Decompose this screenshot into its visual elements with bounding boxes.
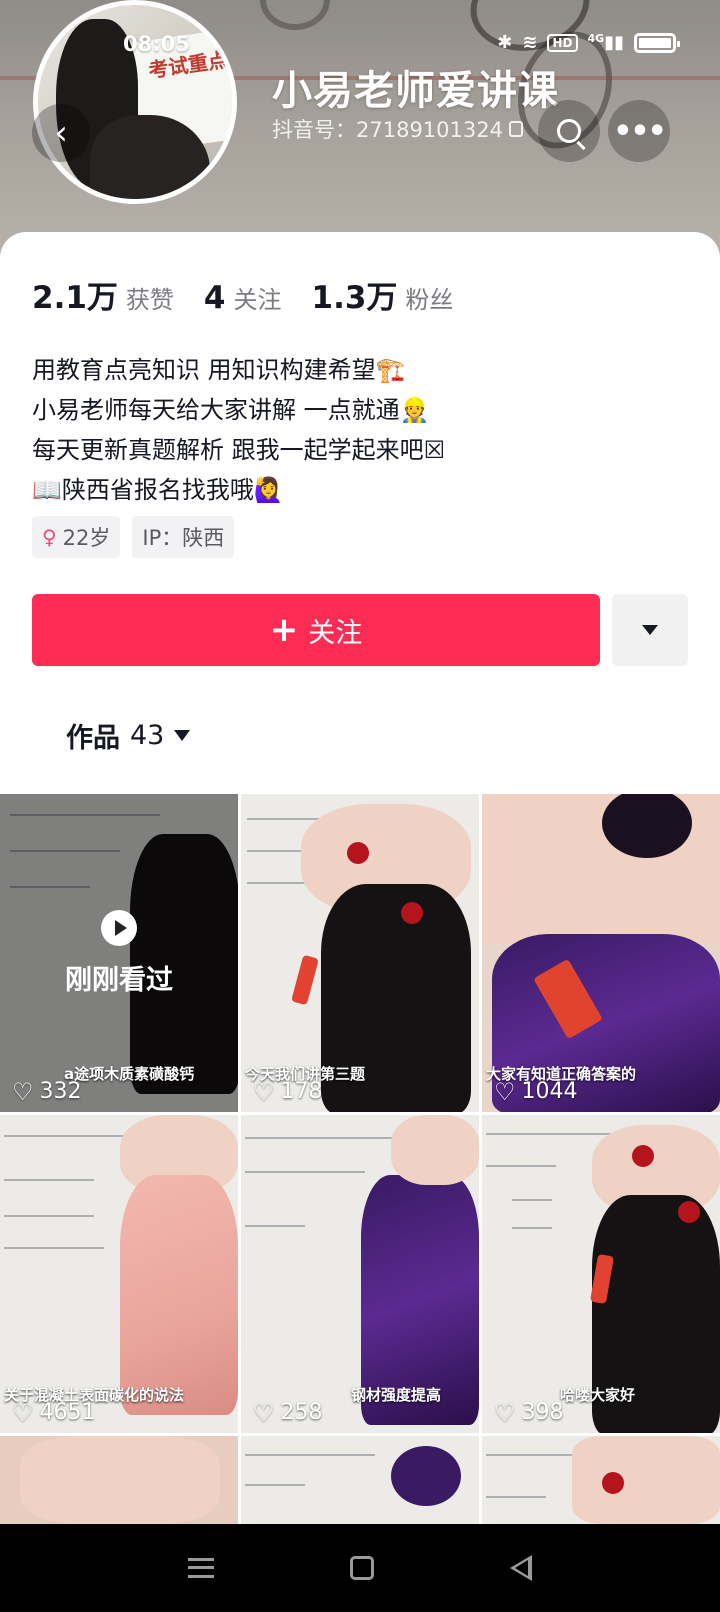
search-button[interactable] bbox=[538, 100, 600, 162]
caret-down-icon bbox=[642, 625, 658, 635]
video-thumbnail[interactable]: 钢材强度提高 ♡ 258 bbox=[241, 1115, 479, 1433]
tab-works[interactable]: 作品 43 bbox=[66, 716, 191, 755]
like-count: 258 bbox=[280, 1400, 323, 1425]
like-count: 332 bbox=[39, 1079, 82, 1104]
play-icon bbox=[101, 909, 137, 946]
bio-line: 用教育点亮知识 用知识构建希望🏗️ bbox=[32, 356, 406, 384]
video-likes: ♡ 398 bbox=[494, 1400, 564, 1425]
video-thumbnail[interactable] bbox=[241, 1436, 479, 1524]
hd-badge: HD bbox=[547, 33, 578, 52]
follow-button[interactable]: + 关注 bbox=[32, 594, 600, 666]
video-likes: ♡ 1044 bbox=[494, 1079, 578, 1104]
video-thumbnail[interactable] bbox=[482, 1436, 720, 1524]
menu-icon[interactable] bbox=[188, 1558, 214, 1578]
video-likes: ♡ 4651 bbox=[12, 1400, 96, 1425]
like-count: 398 bbox=[521, 1400, 564, 1425]
bluetooth-icon: ✱ bbox=[497, 32, 513, 53]
back-icon[interactable] bbox=[510, 1555, 532, 1581]
chevron-left-icon: ‹ bbox=[54, 113, 68, 153]
stat-label: 粉丝 bbox=[405, 286, 454, 314]
like-count: 4651 bbox=[39, 1400, 96, 1425]
home-icon[interactable] bbox=[350, 1556, 374, 1580]
video-caption: a途项木质素磺酸钙 bbox=[64, 1065, 195, 1083]
profile-bio: 用教育点亮知识 用知识构建希望🏗️ 小易老师每天给大家讲解 一点就通👷 每天更新… bbox=[32, 350, 445, 510]
video-likes: ♡ 258 bbox=[253, 1400, 323, 1425]
heart-icon: ♡ bbox=[494, 1077, 516, 1106]
like-count: 178 bbox=[280, 1079, 323, 1104]
more-icon: ••• bbox=[613, 113, 667, 149]
video-thumbnail[interactable]: 哈喽大家好 ♡ 398 bbox=[482, 1115, 720, 1433]
profile-card: 2.1万 获赞 4 关注 1.3万 粉丝 用教育点亮知识 用知识构建希望🏗️ 小… bbox=[0, 232, 720, 792]
profile-tags: ♀ 22岁 IP：陕西 bbox=[32, 516, 235, 558]
stat-label: 关注 bbox=[233, 286, 282, 314]
age-tag: ♀ 22岁 bbox=[32, 516, 121, 558]
more-button[interactable]: ••• bbox=[608, 100, 670, 162]
tab-works-label: 作品 bbox=[66, 723, 120, 754]
stat-value: 2.1万 bbox=[32, 280, 118, 316]
video-thumbnail[interactable]: 今天我们讲第三题 ♡ 178 bbox=[241, 794, 479, 1112]
avatar[interactable]: 考试重点 bbox=[33, 0, 237, 204]
follow-label: 关注 bbox=[308, 617, 363, 649]
plus-icon: + bbox=[269, 610, 299, 650]
copy-icon[interactable] bbox=[508, 121, 523, 137]
heart-icon: ♡ bbox=[494, 1398, 516, 1427]
status-time: 08:05 bbox=[123, 32, 190, 56]
video-likes: ♡ 178 bbox=[253, 1079, 323, 1104]
video-thumbnail[interactable]: 关于混凝土表面碳化的说法 ♡ 4651 bbox=[0, 1115, 238, 1433]
video-caption: 哈喽大家好 bbox=[560, 1386, 636, 1404]
stat-value: 4 bbox=[203, 280, 226, 316]
wifi-icon: ≋ bbox=[522, 32, 538, 53]
heart-icon: ♡ bbox=[12, 1398, 34, 1427]
system-nav-bar bbox=[0, 1524, 720, 1612]
stat-following[interactable]: 4 关注 bbox=[204, 280, 282, 316]
like-count: 1044 bbox=[521, 1079, 578, 1104]
video-thumbnail[interactable]: 大家有知道正确答案的 ♡ 1044 bbox=[482, 794, 720, 1112]
heart-icon: ♡ bbox=[253, 1398, 275, 1427]
tab-works-count: 43 bbox=[130, 720, 165, 751]
video-thumbnail[interactable] bbox=[0, 1436, 238, 1524]
stat-followers[interactable]: 1.3万 粉丝 bbox=[312, 272, 454, 317]
stat-value: 1.3万 bbox=[311, 280, 398, 316]
video-caption: 钢材强度提高 bbox=[351, 1386, 442, 1404]
age-text: 22岁 bbox=[62, 526, 111, 550]
bio-line: 📖陕西省报名找我哦🙋‍♀️ bbox=[32, 476, 284, 504]
profile-stats: 2.1万 获赞 4 关注 1.3万 粉丝 bbox=[32, 272, 453, 317]
bio-line: 每天更新真题解析 跟我一起学起来吧☒ bbox=[32, 436, 446, 464]
douyin-id-text: 抖音号：27189101324 bbox=[272, 118, 503, 142]
battery-icon bbox=[634, 32, 680, 53]
ip-tag: IP：陕西 bbox=[132, 516, 235, 558]
ip-text: IP：陕西 bbox=[142, 526, 225, 550]
recommend-dropdown-button[interactable] bbox=[612, 594, 688, 666]
video-grid: 刚刚看过 a途项木质素磺酸钙 ♡ 332 今天我们讲第三题 ♡ 178 大家有知… bbox=[0, 794, 720, 1524]
douyin-id[interactable]: 抖音号：27189101324 bbox=[272, 114, 523, 144]
caret-down-icon bbox=[174, 730, 191, 741]
signal-icon: 4G▮▮ bbox=[587, 32, 625, 53]
stat-label: 获赞 bbox=[125, 286, 174, 314]
search-icon bbox=[557, 119, 581, 143]
bio-line: 小易老师每天给大家讲解 一点就通👷 bbox=[32, 396, 430, 424]
status-icons: ✱ ≋ HD 4G▮▮ bbox=[497, 32, 680, 53]
heart-icon: ♡ bbox=[253, 1077, 275, 1106]
video-likes: ♡ 332 bbox=[12, 1079, 82, 1104]
watched-label: 刚刚看过 bbox=[65, 964, 173, 996]
back-button[interactable]: ‹ bbox=[32, 104, 90, 162]
heart-icon: ♡ bbox=[12, 1077, 34, 1106]
female-icon: ♀ bbox=[42, 525, 57, 549]
profile-nickname: 小易老师爱讲课 bbox=[272, 68, 559, 114]
video-thumbnail[interactable]: 刚刚看过 a途项木质素磺酸钙 ♡ 332 bbox=[0, 794, 238, 1112]
stat-likes[interactable]: 2.1万 获赞 bbox=[32, 272, 174, 317]
